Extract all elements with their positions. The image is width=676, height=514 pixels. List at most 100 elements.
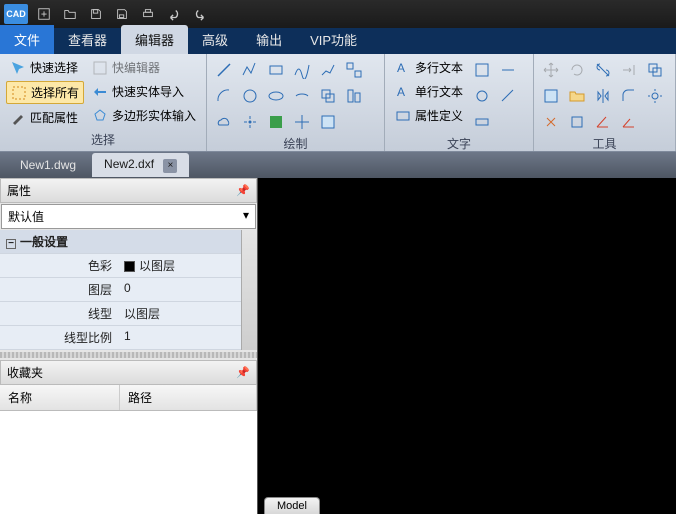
new-icon[interactable]	[34, 4, 54, 24]
extend-icon[interactable]	[618, 59, 640, 81]
saveas-icon[interactable]	[112, 4, 132, 24]
svg-text:A: A	[397, 61, 405, 75]
mtext-button[interactable]: A 多行文本	[391, 57, 467, 78]
property-row-color[interactable]: 色彩 以图层	[0, 254, 241, 278]
tool-icon[interactable]	[471, 59, 493, 81]
menu-output[interactable]: 输出	[242, 25, 296, 54]
angle-icon[interactable]	[592, 111, 614, 133]
prop-value[interactable]: 0	[118, 278, 241, 301]
align-icon[interactable]	[343, 85, 365, 107]
attdef-button[interactable]: 属性定义	[391, 105, 467, 126]
close-icon[interactable]: ×	[163, 159, 177, 173]
settings-icon[interactable]	[644, 85, 666, 107]
ellipse-icon[interactable]	[265, 85, 287, 107]
undo-icon[interactable]	[164, 4, 184, 24]
property-grid: −一般设置 色彩 以图层 图层 0 线型 以图层 线型比例 1	[0, 230, 241, 350]
property-group-header[interactable]: −一般设置	[0, 230, 241, 254]
print-icon[interactable]	[138, 4, 158, 24]
hatch-icon[interactable]	[265, 111, 287, 133]
prop-value[interactable]: 以图层	[118, 254, 241, 277]
folder-icon[interactable]	[566, 85, 588, 107]
point-icon[interactable]	[239, 111, 261, 133]
ribbon-group-draw: 绘制	[207, 54, 385, 151]
polyline-icon[interactable]	[239, 59, 261, 81]
angle2-icon[interactable]	[618, 111, 640, 133]
prop-key: 色彩	[0, 254, 118, 277]
box-icon[interactable]	[566, 111, 588, 133]
redo-icon[interactable]	[190, 4, 210, 24]
open-icon[interactable]	[60, 4, 80, 24]
label: 多行文本	[415, 59, 463, 76]
rotate-icon[interactable]	[566, 59, 588, 81]
copy-icon[interactable]	[644, 59, 666, 81]
match-properties-button[interactable]: 匹配属性	[6, 107, 84, 128]
pin-icon[interactable]: 📌	[236, 366, 250, 379]
fillet-icon[interactable]	[618, 85, 640, 107]
offset-rect-icon[interactable]	[317, 85, 339, 107]
tool-icon[interactable]	[471, 111, 493, 133]
work-area: 属性 📌 默认值 ▾ −一般设置 色彩 以图层 图层 0 线型	[0, 178, 676, 514]
region-icon[interactable]	[317, 111, 339, 133]
property-row-linetype[interactable]: 线型 以图层	[0, 302, 241, 326]
color-swatch-icon	[124, 261, 135, 272]
menu-view[interactable]: 查看器	[54, 25, 121, 54]
prop-key: 线型	[0, 302, 118, 325]
prop-value[interactable]: 以图层	[118, 302, 241, 325]
arc-icon[interactable]	[213, 85, 235, 107]
select-all-button[interactable]: 选择所有	[6, 81, 84, 104]
panel-title: 收藏夹	[7, 364, 43, 381]
circle-icon[interactable]	[239, 85, 261, 107]
group-label: 选择	[6, 129, 200, 148]
spline-icon[interactable]	[291, 59, 313, 81]
properties-selector[interactable]: 默认值 ▾	[1, 204, 256, 229]
col-name[interactable]: 名称	[0, 385, 120, 410]
label: 快编辑器	[112, 59, 160, 76]
group-icon[interactable]	[343, 59, 365, 81]
group-label: 工具	[540, 133, 669, 152]
polygon-input-button[interactable]: 多边形实体输入	[88, 105, 200, 126]
collapse-icon[interactable]: −	[6, 239, 16, 249]
pin-icon[interactable]: 📌	[236, 184, 250, 197]
label: 快速选择	[30, 59, 78, 76]
entity-import-button[interactable]: 快速实体导入	[88, 81, 200, 102]
scrollbar[interactable]	[241, 230, 257, 350]
mirror-icon[interactable]	[592, 85, 614, 107]
line-icon[interactable]	[213, 59, 235, 81]
tool-icon[interactable]	[497, 85, 519, 107]
save-icon[interactable]	[86, 4, 106, 24]
move-icon[interactable]	[540, 59, 562, 81]
file-tabs: New1.dwg New2.dxf ×	[0, 152, 676, 178]
model-tab[interactable]: Model	[264, 497, 320, 514]
menu-vip[interactable]: VIP功能	[296, 25, 371, 54]
explode-icon[interactable]	[540, 111, 562, 133]
cloud-icon[interactable]	[213, 111, 235, 133]
ribbon-group-text: A多行文本 A单行文本 属性定义 文字	[385, 54, 534, 151]
menu-advanced[interactable]: 高级	[188, 25, 242, 54]
property-row-layer[interactable]: 图层 0	[0, 278, 241, 302]
splitter[interactable]	[0, 352, 257, 358]
construction-icon[interactable]	[291, 111, 313, 133]
property-row-ltscale[interactable]: 线型比例 1	[0, 326, 241, 350]
menu-file[interactable]: 文件	[0, 25, 54, 54]
tool-icon[interactable]	[471, 85, 493, 107]
trim-icon[interactable]	[592, 59, 614, 81]
file-tab-active[interactable]: New2.dxf ×	[92, 153, 189, 177]
menu-edit[interactable]: 编辑器	[121, 25, 188, 54]
ribbon-group-tools: 工具	[534, 54, 676, 151]
rect-icon[interactable]	[265, 59, 287, 81]
col-path[interactable]: 路径	[120, 385, 257, 410]
save-cloud-icon[interactable]	[540, 85, 562, 107]
dropdown-value: 默认值	[8, 208, 44, 225]
quick-select-button[interactable]: 快速选择	[6, 57, 84, 78]
quick-editor-button[interactable]: 快编辑器	[88, 57, 200, 78]
ellipse-arc-icon[interactable]	[291, 85, 313, 107]
ribbon: 快速选择 选择所有 匹配属性 快编辑器 快速实体导入 多边形实体输入 选择	[0, 54, 676, 152]
stext-button[interactable]: A单行文本	[391, 81, 467, 102]
path-icon[interactable]	[317, 59, 339, 81]
prop-value[interactable]: 1	[118, 326, 241, 349]
tool-icon[interactable]	[497, 59, 519, 81]
group-name: 一般设置	[20, 235, 68, 249]
favorites-columns: 名称 路径	[0, 385, 257, 411]
drawing-canvas[interactable]: Model	[258, 178, 676, 514]
file-tab[interactable]: New1.dwg	[8, 154, 88, 176]
